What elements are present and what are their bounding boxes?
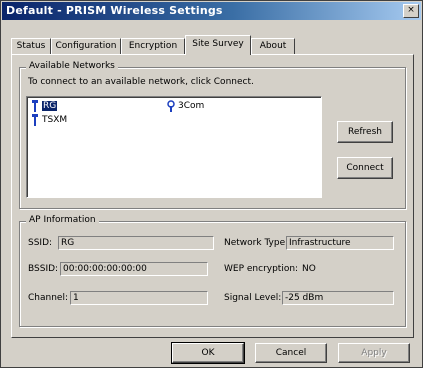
signal-level-label: Signal Level:: [224, 293, 282, 303]
network-type-value: Infrastructure: [286, 236, 394, 250]
available-networks-title: Available Networks: [26, 61, 118, 71]
network-name: 3Com: [178, 101, 205, 111]
site-survey-panel: Available Networks To connect to an avai…: [11, 54, 414, 338]
list-item[interactable]: 3Com: [167, 100, 204, 112]
ssid-label: SSID:: [28, 238, 53, 248]
ok-button-label: OK: [201, 348, 215, 358]
bssid-label: BSSID:: [28, 264, 59, 274]
title-bar[interactable]: Default - PRISM Wireless Settings ×: [2, 2, 421, 20]
network-type-label: Network Type:: [224, 238, 289, 248]
ssid-value: RG: [58, 236, 214, 250]
networks-list[interactable]: RG 3Com TSXM: [26, 96, 322, 198]
tab-about[interactable]: About: [251, 38, 295, 54]
tab-site-survey[interactable]: Site Survey: [185, 35, 251, 55]
list-item[interactable]: RG: [31, 100, 58, 112]
list-item[interactable]: TSXM: [31, 114, 67, 126]
antenna-icon: [31, 100, 39, 112]
refresh-button-label: Refresh: [348, 127, 382, 137]
network-name: RG: [42, 101, 58, 111]
connect-button-label: Connect: [346, 163, 384, 173]
cancel-button-label: Cancel: [275, 348, 307, 358]
signal-level-value: -25 dBm: [282, 291, 394, 305]
wep-encryption-label: WEP encryption:: [224, 264, 299, 274]
ap-information-group: AP Information SSID: RG Network Type: In…: [19, 215, 406, 327]
ok-button[interactable]: OK: [171, 342, 245, 364]
connect-instruction: To connect to an available network, clic…: [28, 77, 254, 87]
bssid-value: 00:00:00:00:00:00: [60, 262, 208, 276]
access-point-icon: [167, 100, 175, 112]
tab-configuration[interactable]: Configuration: [51, 38, 121, 54]
apply-button[interactable]: Apply: [338, 343, 410, 363]
cancel-button[interactable]: Cancel: [255, 343, 327, 363]
channel-label: Channel:: [28, 293, 68, 303]
antenna-icon: [31, 114, 39, 126]
window-title: Default - PRISM Wireless Settings: [6, 4, 223, 17]
apply-button-label: Apply: [361, 348, 387, 358]
tab-status[interactable]: Status: [11, 38, 51, 54]
connect-button[interactable]: Connect: [337, 157, 393, 179]
ap-information-title: AP Information: [26, 215, 99, 225]
network-name: TSXM: [42, 115, 68, 125]
channel-value: 1: [70, 291, 208, 305]
settings-window: Default - PRISM Wireless Settings × Stat…: [0, 0, 423, 368]
tab-encryption[interactable]: Encryption: [121, 38, 185, 54]
refresh-button[interactable]: Refresh: [337, 121, 393, 143]
available-networks-group: Available Networks To connect to an avai…: [19, 61, 406, 209]
close-icon[interactable]: ×: [403, 4, 419, 18]
wep-encryption-value: NO: [302, 264, 316, 274]
